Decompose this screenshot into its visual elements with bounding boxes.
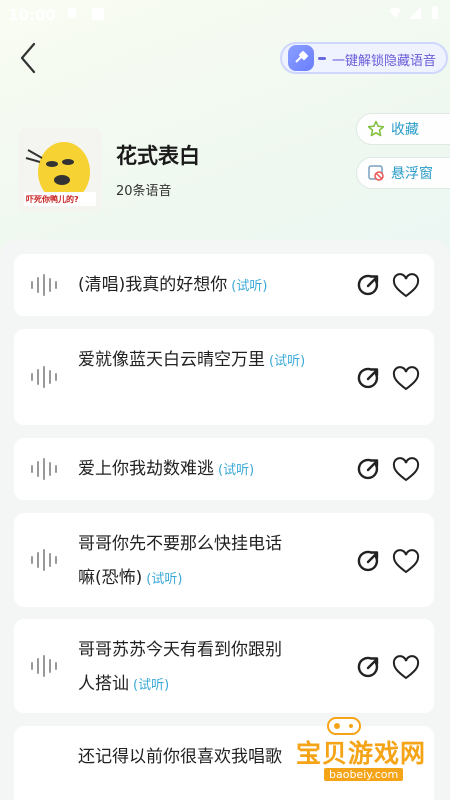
- voice-title: (清唱)我真的好想你 (试听): [78, 268, 267, 304]
- trial-label[interactable]: (试听): [231, 279, 267, 294]
- battery-icon: [432, 6, 438, 19]
- voice-item[interactable]: 哥哥你先不要那么快挂电话 嘛(恐怖) (试听): [14, 513, 434, 607]
- share-icon[interactable]: [356, 654, 382, 680]
- notification-icon: [68, 8, 76, 18]
- heart-icon[interactable]: [392, 655, 420, 681]
- voice-title-text: (清唱)我真的好想你: [78, 275, 228, 295]
- share-icon[interactable]: [356, 272, 382, 298]
- waveform-icon: [31, 549, 57, 571]
- voice-item[interactable]: (清唱)我真的好想你 (试听): [14, 254, 434, 316]
- voice-title-text: 爱就像蓝天白云晴空万里: [78, 350, 265, 370]
- voice-title: 爱就像蓝天白云晴空万里 (试听): [78, 343, 328, 379]
- waveform-icon: [31, 366, 57, 388]
- star-icon: [367, 120, 385, 137]
- voice-title-line1: 哥哥苏苏今天有看到你跟别: [78, 640, 282, 660]
- share-icon[interactable]: [356, 548, 382, 574]
- voice-title: 哥哥苏苏今天有看到你跟别 人搭讪 (试听): [78, 633, 282, 703]
- floating-window-icon: [368, 165, 384, 181]
- status-time: 10:00: [8, 6, 56, 24]
- watermark-brand: 宝贝游戏网: [296, 739, 427, 768]
- unlock-hidden-voices-button[interactable]: 一键解锁隐藏语音: [280, 42, 448, 74]
- album-cover: 吓死你鸭儿的?: [18, 128, 102, 212]
- voice-title-text: 还记得以前你很喜欢我唱歌: [78, 747, 282, 767]
- heart-icon[interactable]: [392, 549, 420, 575]
- voice-title: 爱上你我劫数难逃 (试听): [78, 452, 254, 488]
- heart-icon[interactable]: [392, 366, 420, 392]
- voice-item[interactable]: 爱上你我劫数难逃 (试听): [14, 438, 434, 500]
- back-button[interactable]: [14, 40, 44, 76]
- share-icon[interactable]: [356, 456, 382, 482]
- voice-title-text: 爱上你我劫数难逃: [78, 459, 214, 479]
- voice-unlock-icon: [288, 45, 314, 71]
- trial-label[interactable]: (试听): [133, 678, 169, 693]
- trial-label[interactable]: (试听): [146, 572, 182, 587]
- favorite-button[interactable]: 收藏: [356, 113, 450, 145]
- status-bar: 10:00: [0, 0, 450, 30]
- voice-title: 哥哥你先不要那么快挂电话 嘛(恐怖) (试听): [78, 527, 282, 597]
- waveform-icon: [31, 655, 57, 677]
- voice-title-line2: 嘛(恐怖): [78, 568, 143, 588]
- app-notification-icon: [92, 8, 104, 20]
- trial-label[interactable]: (试听): [269, 354, 305, 369]
- watermark-logo: 宝贝游戏网 baobeiy.com: [276, 712, 446, 788]
- floating-window-button[interactable]: 悬浮窗: [356, 157, 450, 189]
- favorite-label: 收藏: [391, 122, 419, 138]
- waveform-icon: [31, 458, 57, 480]
- voice-item[interactable]: 哥哥苏苏今天有看到你跟别 人搭讪 (试听): [14, 619, 434, 713]
- heart-icon[interactable]: [392, 273, 420, 299]
- waveform-icon: [31, 274, 57, 296]
- signal-icon: [409, 7, 421, 19]
- share-icon[interactable]: [356, 365, 382, 391]
- voice-item[interactable]: 爱就像蓝天白云晴空万里 (试听): [14, 329, 434, 425]
- album-title: 花式表白: [116, 144, 200, 168]
- trial-label[interactable]: (试听): [218, 463, 254, 478]
- divider: [318, 57, 326, 60]
- cover-caption: 吓死你鸭儿的?: [26, 195, 79, 204]
- status-indicators: [388, 6, 442, 20]
- voice-title-line1: 哥哥你先不要那么快挂电话: [78, 534, 282, 554]
- voice-title: 还记得以前你很喜欢我唱歌: [78, 740, 282, 774]
- voice-count: 20条语音: [116, 184, 172, 199]
- voice-title-line2: 人搭讪: [78, 674, 129, 694]
- floating-window-label: 悬浮窗: [391, 166, 433, 182]
- watermark-url: baobeiy.com: [324, 768, 404, 781]
- wifi-icon: [389, 7, 401, 18]
- unlock-label: 一键解锁隐藏语音: [332, 54, 437, 69]
- heart-icon[interactable]: [392, 457, 420, 483]
